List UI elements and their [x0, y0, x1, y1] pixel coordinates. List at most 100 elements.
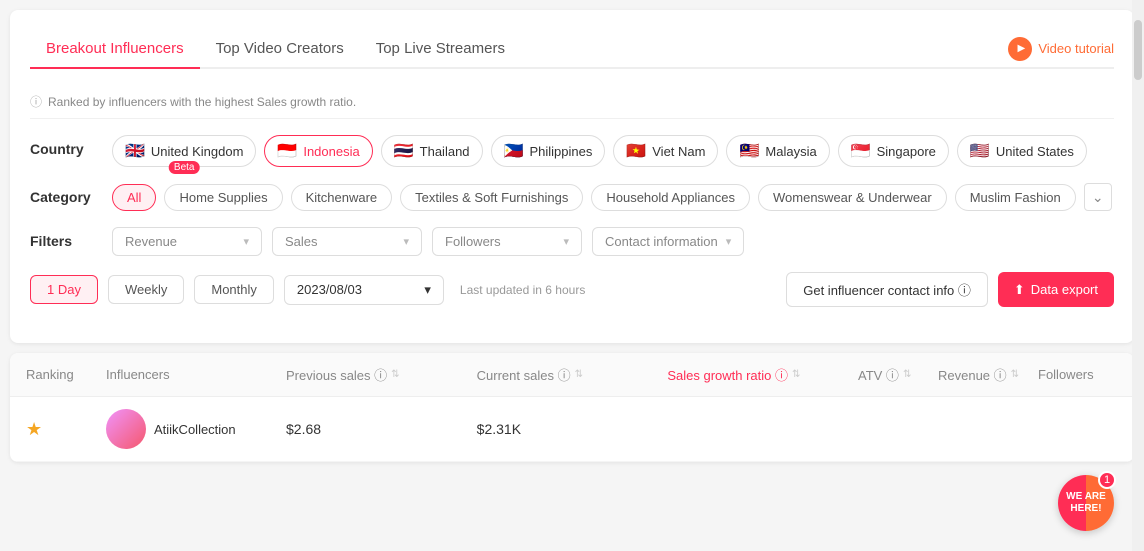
chat-container: WE AREHERE! 1 — [1058, 475, 1114, 531]
country-btn-malaysia[interactable]: 🇲🇾 Malaysia — [726, 135, 829, 167]
rank-cell: ★ — [26, 419, 106, 440]
play-icon — [1008, 37, 1032, 61]
category-label: Category — [30, 183, 100, 205]
filters-label: Filters — [30, 227, 100, 249]
category-btn-home[interactable]: Home Supplies — [164, 184, 282, 211]
country-btn-philippines[interactable]: 🇵🇭 Philippines — [491, 135, 606, 167]
followers-placeholder: Followers — [445, 234, 501, 249]
th-ranking: Ranking — [26, 365, 106, 384]
us-flag: 🇺🇸 — [970, 141, 990, 161]
notification-badge: 1 — [1098, 471, 1116, 489]
indonesia-flag: 🇮🇩 — [277, 141, 297, 161]
philippines-flag: 🇵🇭 — [504, 141, 524, 161]
th-prev-sales: Previous sales ⓘ ⇅ — [286, 365, 477, 384]
indonesia-label: Indonesia — [303, 144, 359, 159]
thailand-label: Thailand — [420, 144, 470, 159]
uk-flag: 🇬🇧 — [125, 141, 145, 161]
tab-breakout[interactable]: Breakout Influencers — [30, 30, 200, 69]
contact-info-btn[interactable]: Get influencer contact info ⓘ — [786, 272, 988, 307]
contact-chevron: ▾ — [726, 235, 732, 248]
th-curr-sales: Current sales ⓘ ⇅ — [477, 365, 668, 384]
growth-sort[interactable]: ⇅ — [792, 369, 800, 380]
prev-sales-cell: $2.68 — [286, 421, 477, 437]
revenue-filter[interactable]: Revenue ▾ — [112, 227, 262, 256]
video-tutorial-btn[interactable]: Video tutorial — [1008, 37, 1114, 61]
filters-row: Filters Revenue ▾ Sales ▾ Followers ▾ Co… — [30, 227, 1114, 256]
th-followers: Followers — [1038, 365, 1118, 384]
category-options: All Home Supplies Kitchenware Textiles &… — [112, 183, 1114, 211]
period-weekly[interactable]: Weekly — [108, 275, 184, 304]
philippines-label: Philippines — [529, 144, 592, 159]
action-buttons: Get influencer contact info ⓘ ⬆ Data exp… — [786, 272, 1114, 307]
country-label: Country — [30, 135, 100, 157]
category-btn-textiles[interactable]: Textiles & Soft Furnishings — [400, 184, 583, 211]
info-icon: ⓘ — [30, 93, 42, 110]
influencer-cell: AtiikCollection — [106, 409, 286, 449]
malaysia-flag: 🇲🇾 — [739, 141, 759, 161]
country-btn-thailand[interactable]: 🇹🇭 Thailand — [381, 135, 483, 167]
followers-filter[interactable]: Followers ▾ — [432, 227, 582, 256]
atv-sort[interactable]: ⇅ — [903, 369, 911, 380]
category-btn-all[interactable]: All — [112, 184, 156, 211]
scrollbar-thumb[interactable] — [1134, 20, 1142, 80]
revenue-chevron: ▾ — [243, 235, 249, 248]
filter-selects: Revenue ▾ Sales ▾ Followers ▾ Contact in… — [112, 227, 744, 256]
scrollbar[interactable] — [1132, 0, 1144, 551]
category-btn-womens[interactable]: Womenswear & Underwear — [758, 184, 947, 211]
th-growth: Sales growth ratio ⓘ ⇅ — [667, 365, 858, 384]
country-btn-vietnam[interactable]: 🇻🇳 Viet Nam — [613, 135, 718, 167]
category-more-btn[interactable]: ⌄ — [1084, 183, 1112, 211]
malaysia-label: Malaysia — [765, 144, 816, 159]
period-monthly[interactable]: Monthly — [194, 275, 274, 304]
table-row: ★ AtiikCollection $2.68 $2.31K — [10, 397, 1134, 462]
country-options: 🇬🇧 United Kingdom Beta 🇮🇩 Indonesia 🇹🇭 T… — [112, 135, 1087, 167]
th-atv: ATV ⓘ ⇅ — [858, 365, 938, 384]
avatar-img — [106, 409, 146, 449]
revenue-placeholder: Revenue — [125, 234, 177, 249]
vietnam-flag: 🇻🇳 — [626, 141, 646, 161]
country-filter-row: Country 🇬🇧 United Kingdom Beta 🇮🇩 Indone… — [30, 135, 1114, 167]
country-btn-us[interactable]: 🇺🇸 United States — [957, 135, 1087, 167]
video-tutorial-label: Video tutorial — [1038, 41, 1114, 56]
curr-sales-sort[interactable]: ⇅ — [575, 369, 583, 380]
country-btn-uk[interactable]: 🇬🇧 United Kingdom Beta — [112, 135, 256, 167]
main-panel: Breakout Influencers Top Video Creators … — [10, 10, 1134, 343]
tab-video-creators[interactable]: Top Video Creators — [200, 30, 360, 69]
th-revenue: Revenue ⓘ ⇅ — [938, 365, 1038, 384]
export-icon: ⬆ — [1014, 282, 1025, 298]
export-label: Data export — [1031, 282, 1098, 297]
influencer-name[interactable]: AtiikCollection — [154, 422, 236, 437]
country-btn-singapore[interactable]: 🇸🇬 Singapore — [838, 135, 949, 167]
category-btn-muslim[interactable]: Muslim Fashion — [955, 184, 1076, 211]
period-1day[interactable]: 1 Day — [30, 275, 98, 304]
th-influencers: Influencers — [106, 365, 286, 384]
table-container: Ranking Influencers Previous sales ⓘ ⇅ C… — [10, 353, 1134, 462]
singapore-label: Singapore — [877, 144, 936, 159]
revenue-sort[interactable]: ⇅ — [1011, 369, 1019, 380]
update-info: Last updated in 6 hours — [460, 283, 585, 297]
followers-chevron: ▾ — [563, 235, 569, 248]
export-btn[interactable]: ⬆ Data export — [998, 272, 1114, 307]
us-label: United States — [996, 144, 1074, 159]
thailand-flag: 🇹🇭 — [394, 141, 414, 161]
tab-live-streamers[interactable]: Top Live Streamers — [360, 30, 521, 69]
sales-filter[interactable]: Sales ▾ — [272, 227, 422, 256]
chat-bubble[interactable]: WE AREHERE! 1 — [1058, 475, 1114, 531]
prev-sales-sort[interactable]: ⇅ — [391, 369, 399, 380]
sales-chevron: ▾ — [403, 235, 409, 248]
uk-label: United Kingdom — [151, 144, 244, 159]
date-picker[interactable]: 2023/08/03 ▾ — [284, 275, 444, 305]
curr-sales-cell: $2.31K — [477, 421, 668, 437]
avatar — [106, 409, 146, 449]
contact-placeholder: Contact information — [605, 234, 718, 249]
time-row: 1 Day Weekly Monthly 2023/08/03 ▾ Last u… — [30, 272, 1114, 307]
category-btn-household[interactable]: Household Appliances — [591, 184, 750, 211]
we-are-label: WE AREHERE! — [1066, 491, 1106, 515]
tabs-bar: Breakout Influencers Top Video Creators … — [30, 30, 1114, 69]
country-btn-indonesia[interactable]: 🇮🇩 Indonesia — [264, 135, 372, 167]
date-value: 2023/08/03 — [297, 282, 362, 297]
category-btn-kitchen[interactable]: Kitchenware — [291, 184, 393, 211]
contact-filter[interactable]: Contact information ▾ — [592, 227, 744, 256]
date-chevron: ▾ — [424, 282, 431, 298]
table-header: Ranking Influencers Previous sales ⓘ ⇅ C… — [10, 353, 1134, 397]
